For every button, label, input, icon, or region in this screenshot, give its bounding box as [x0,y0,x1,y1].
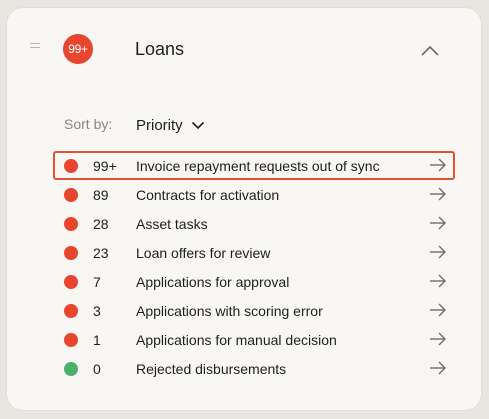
count-badge: 99+ [63,34,93,64]
list-item[interactable]: 89 Contracts for activation [53,180,455,209]
status-dot-icon [64,304,78,318]
item-count: 1 [93,331,101,348]
status-dot-icon [64,188,78,202]
status-dot-icon [64,159,78,173]
task-list: 99+ Invoice repayment requests out of syn… [53,151,455,383]
chevron-down-icon [191,121,204,129]
item-count: 0 [93,360,101,377]
item-label: Applications for approval [136,273,290,290]
status-dot-icon [64,333,78,347]
status-dot-icon [64,217,78,231]
item-count: 89 [93,186,109,203]
item-count: 3 [93,302,101,319]
list-item[interactable]: 23 Loan offers for review [53,238,455,267]
item-label: Asset tasks [136,215,208,232]
arrow-right-icon [430,332,446,346]
chevron-up-icon [421,45,439,56]
sort-label: Sort by: [64,116,113,132]
drag-handle-icon[interactable] [30,43,40,55]
list-item[interactable]: 1 Applications for manual decision [53,325,455,354]
arrow-right-icon [430,187,446,201]
sort-value: Priority [136,116,183,134]
item-label: Rejected disbursements [136,360,287,377]
arrow-right-icon [430,245,446,259]
item-label: Contracts for activation [136,186,280,203]
loans-card: 99+ Loans Sort by: Priority 99+ Invoice r… [7,8,481,410]
list-item[interactable]: 28 Asset tasks [53,209,455,238]
item-label: Applications with scoring error [136,302,323,319]
sort-dropdown[interactable]: Priority [136,115,205,135]
item-label: Applications for manual decision [136,331,337,348]
arrow-right-icon [430,274,446,288]
arrow-right-icon [430,303,446,317]
list-item[interactable]: 0 Rejected disbursements [53,354,455,383]
item-count: 23 [93,244,109,261]
card-title: Loans [135,39,185,59]
status-dot-icon [64,275,78,289]
item-count: 7 [93,273,101,290]
list-item[interactable]: 3 Applications with scoring error [53,296,455,325]
arrow-right-icon [430,361,446,375]
item-label: Invoice repayment requests out of sync [136,157,380,174]
list-item[interactable]: 99+ Invoice repayment requests out of syn… [53,151,455,180]
status-dot-icon [64,246,78,260]
item-count: 99+ [93,157,117,174]
status-dot-icon [64,362,78,376]
arrow-right-icon [430,158,446,172]
item-label: Loan offers for review [136,244,271,261]
arrow-right-icon [430,216,446,230]
collapse-button[interactable] [420,44,440,58]
list-item[interactable]: 7 Applications for approval [53,267,455,296]
item-count: 28 [93,215,109,232]
